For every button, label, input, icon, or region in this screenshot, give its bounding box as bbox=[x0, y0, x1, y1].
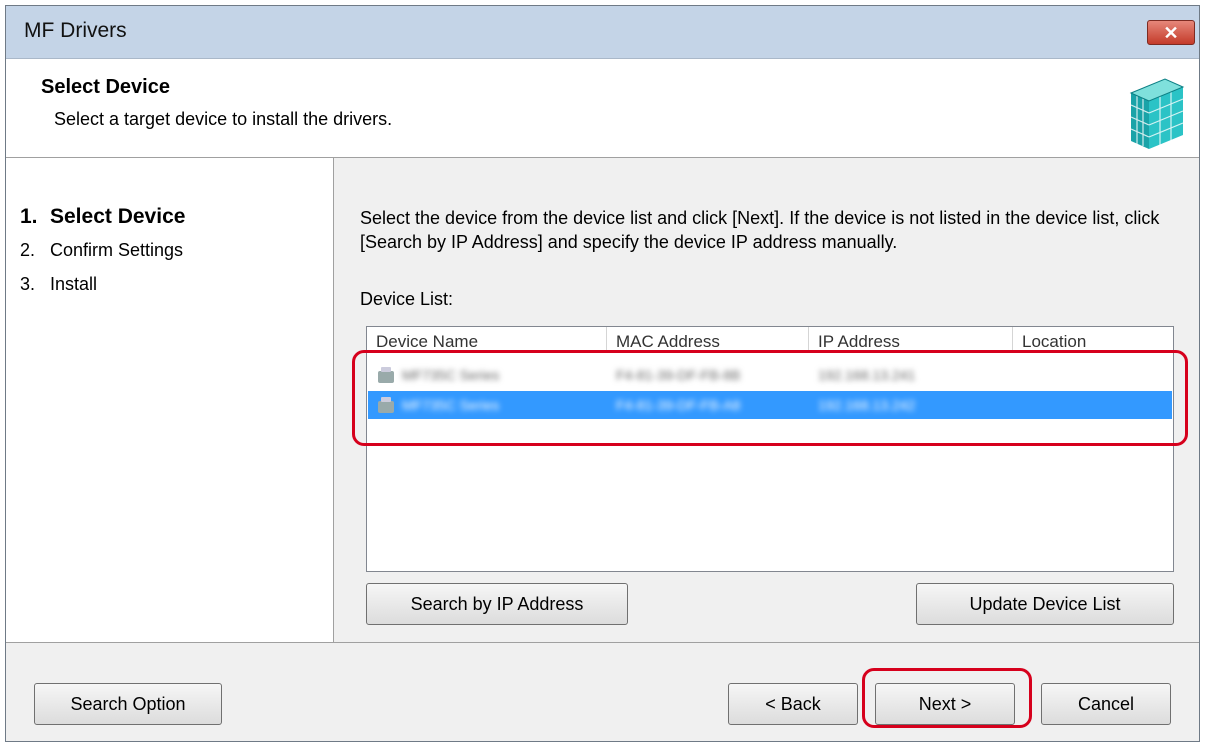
wizard-footer: Search Option < Back Next > Cancel bbox=[6, 642, 1199, 741]
step-list: 1. Select Device 2. Confirm Settings 3. Ins… bbox=[6, 158, 334, 642]
installer-window: MF Drivers ✕ Select Device Select a targ… bbox=[5, 5, 1200, 742]
next-button[interactable]: Next > bbox=[875, 683, 1015, 725]
step-install: 3. Install bbox=[20, 274, 98, 294]
close-button[interactable]: ✕ bbox=[1147, 20, 1195, 45]
search-by-ip-button[interactable]: Search by IP Address bbox=[366, 583, 628, 625]
wizard-header: Select Device Select a target device to … bbox=[6, 59, 1199, 158]
column-ip-address[interactable]: IP Address bbox=[809, 327, 1013, 351]
window-title: MF Drivers bbox=[24, 19, 127, 42]
step-confirm-settings: 2. Confirm Settings bbox=[20, 240, 184, 260]
title-bar: MF Drivers ✕ bbox=[6, 6, 1199, 59]
content-panel: Select the device from the device list a… bbox=[334, 158, 1199, 642]
ip-address: 192.168.13.242 bbox=[818, 397, 916, 413]
mac-address: F4-81-39-DF-FB-8B bbox=[616, 367, 741, 383]
instruction-text: Select the device from the device list a… bbox=[360, 208, 1160, 252]
cancel-button[interactable]: Cancel bbox=[1041, 683, 1171, 725]
back-button[interactable]: < Back bbox=[728, 683, 858, 725]
ip-address: 192.168.13.241 bbox=[818, 367, 916, 383]
mac-address: F4-81-39-DF-FB-A8 bbox=[616, 397, 741, 413]
printer-icon bbox=[378, 397, 396, 413]
close-icon: ✕ bbox=[1163, 23, 1179, 43]
column-device-name[interactable]: Device Name bbox=[367, 327, 607, 351]
device-list-label: Device List: bbox=[360, 289, 454, 309]
search-option-button[interactable]: Search Option bbox=[34, 683, 222, 725]
device-list-header: Device Name MAC Address IP Address Locat… bbox=[367, 327, 1173, 352]
header-subtitle: Select a target device to install the dr… bbox=[54, 109, 393, 129]
device-name: MF735C Series bbox=[402, 367, 500, 383]
device-name: MF735C Series bbox=[402, 397, 500, 413]
device-list[interactable]: Device Name MAC Address IP Address Locat… bbox=[366, 326, 1174, 572]
column-location[interactable]: Location bbox=[1013, 327, 1173, 351]
device-row-selected[interactable]: MF735C Series F4-81-39-DF-FB-A8 192.168.… bbox=[368, 391, 1172, 419]
step-select-device: 1. Select Device bbox=[20, 205, 186, 228]
device-row[interactable]: MF735C Series F4-81-39-DF-FB-8B 192.168.… bbox=[368, 361, 1172, 389]
header-title: Select Device bbox=[41, 76, 170, 98]
printer-icon bbox=[378, 367, 396, 383]
printer-device-icon bbox=[1129, 78, 1185, 149]
update-device-list-button[interactable]: Update Device List bbox=[916, 583, 1174, 625]
column-mac-address[interactable]: MAC Address bbox=[607, 327, 809, 351]
